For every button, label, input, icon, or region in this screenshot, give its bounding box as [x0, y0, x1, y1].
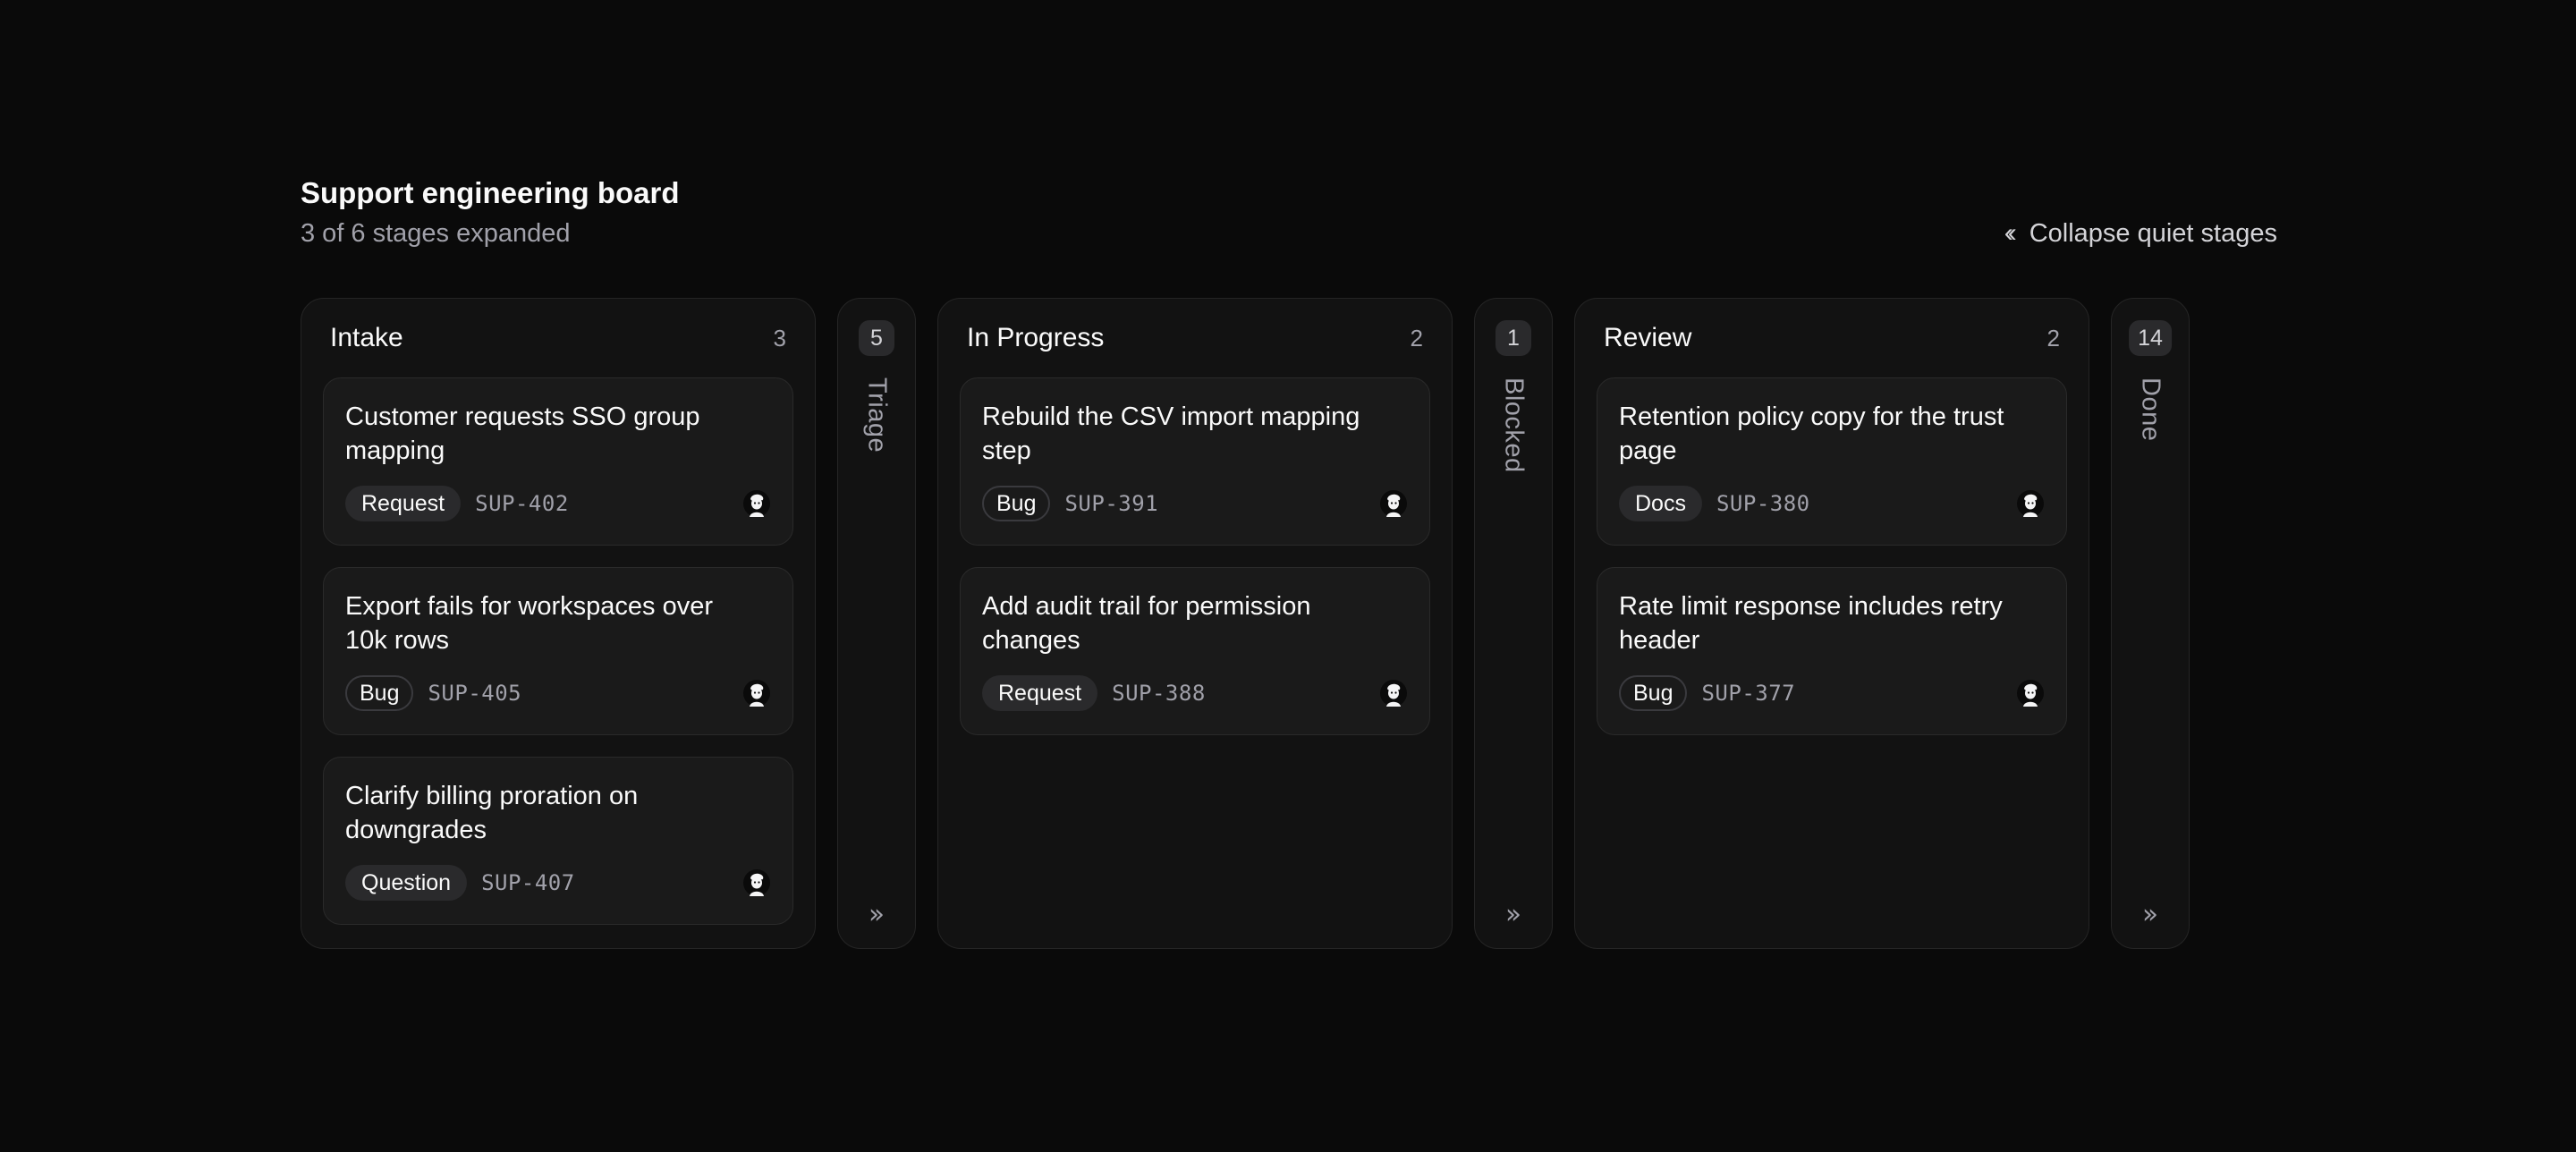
ticket-type-tag: Question: [345, 865, 468, 901]
expand-column-button[interactable]: ››: [869, 899, 885, 930]
page-title: Support engineering board: [301, 176, 680, 209]
column-title: Intake: [330, 323, 403, 352]
ticket-id: SUP-380: [1716, 491, 1810, 516]
expand-column-button[interactable]: ››: [1505, 899, 1521, 930]
ticket-card[interactable]: Rate limit response includes retry heade…: [1597, 567, 2067, 735]
assignee-avatar-icon[interactable]: [1379, 489, 1408, 518]
ticket-meta: Bug SUP-377: [1619, 675, 2045, 711]
ticket-card[interactable]: Add audit trail for permission changes Re…: [960, 567, 1430, 735]
ticket-type-tag: Request: [345, 486, 462, 521]
collapse-quiet-stages-button[interactable]: ‹‹ Collapse quiet stages: [2004, 216, 2277, 251]
assignee-avatar-icon[interactable]: [742, 679, 771, 707]
assignee-avatar-icon[interactable]: [2016, 489, 2045, 518]
ticket-card[interactable]: Customer requests SSO group mapping Reque…: [323, 377, 793, 546]
column-in-progress: In Progress 2 Rebuild the CSV import mappi…: [937, 298, 1453, 949]
ticket-meta: Bug SUP-391: [982, 486, 1408, 521]
ticket-card[interactable]: Export fails for workspaces over 10k row…: [323, 567, 793, 735]
chevrons-right-icon: ››: [869, 899, 885, 930]
ticket-meta: Request SUP-402: [345, 486, 771, 521]
ticket-id: SUP-407: [481, 870, 575, 895]
ticket-type-tag: Docs: [1619, 486, 1702, 521]
assignee-avatar-icon[interactable]: [742, 868, 771, 897]
column-title-vertical: Blocked: [1499, 377, 1529, 473]
ticket-type-tag: Bug: [982, 486, 1051, 521]
ticket-meta: Request SUP-388: [982, 675, 1408, 711]
ticket-title: Export fails for workspaces over 10k row…: [345, 592, 713, 655]
page-subtitle: 3 of 6 stages expanded: [301, 219, 571, 248]
column-title-vertical: Triage: [862, 377, 892, 453]
ticket-title: Rebuild the CSV import mapping step: [982, 402, 1360, 465]
column-title: Review: [1604, 323, 1692, 352]
column-count-badge: 5: [859, 320, 894, 356]
ticket-id: SUP-405: [428, 681, 522, 706]
ticket-title: Add audit trail for permission changes: [982, 592, 1311, 655]
board-header: Support engineering board 3 of 6 stages …: [301, 174, 2277, 260]
column-count: 3: [773, 324, 786, 352]
column-count: 2: [1410, 324, 1423, 352]
board-columns: Intake 3 Customer requests SSO group mappi…: [301, 298, 2277, 951]
ticket-title: Clarify billing proration on downgrades: [345, 782, 639, 844]
ticket-type-tag: Bug: [345, 675, 414, 711]
ticket-type-tag: Request: [982, 675, 1098, 711]
ticket-id: SUP-388: [1112, 681, 1206, 706]
column-title: In Progress: [967, 323, 1105, 352]
expand-column-button[interactable]: ››: [2142, 899, 2158, 930]
assignee-avatar-icon[interactable]: [1379, 679, 1408, 707]
ticket-type-tag: Bug: [1619, 675, 1688, 711]
ticket-title: Retention policy copy for the trust page: [1619, 402, 2004, 465]
column-title-vertical: Done: [2136, 377, 2165, 442]
assignee-avatar-icon[interactable]: [742, 489, 771, 518]
collapsed-column-blocked: 1 Blocked ››: [1474, 298, 1553, 949]
column-count-badge: 14: [2129, 320, 2172, 356]
ticket-id: SUP-391: [1064, 491, 1159, 516]
collapsed-column-done: 14 Done ››: [2111, 298, 2190, 949]
column-review: Review 2 Retention policy copy for the tru…: [1574, 298, 2089, 949]
ticket-card[interactable]: Retention policy copy for the trust page…: [1597, 377, 2067, 546]
column-header: In Progress 2: [967, 320, 1423, 356]
ticket-card[interactable]: Clarify billing proration on downgrades Q…: [323, 757, 793, 925]
chevrons-left-icon: ‹‹: [2004, 218, 2017, 248]
column-header: Review 2: [1604, 320, 2060, 356]
column-count: 2: [2046, 324, 2060, 352]
ticket-meta: Docs SUP-380: [1619, 486, 2045, 521]
ticket-meta: Question SUP-407: [345, 865, 771, 901]
collapsed-column-triage: 5 Triage ››: [837, 298, 916, 949]
column-header: Intake 3: [330, 320, 786, 356]
chevrons-right-icon: ››: [1505, 899, 1521, 930]
column-intake: Intake 3 Customer requests SSO group mappi…: [301, 298, 816, 949]
ticket-id: SUP-402: [475, 491, 569, 516]
ticket-id: SUP-377: [1701, 681, 1796, 706]
ticket-meta: Bug SUP-405: [345, 675, 771, 711]
ticket-title: Rate limit response includes retry heade…: [1619, 592, 2003, 655]
collapse-quiet-stages-label: Collapse quiet stages: [2029, 219, 2277, 248]
column-count-badge: 1: [1496, 320, 1531, 356]
ticket-title: Customer requests SSO group mapping: [345, 402, 700, 465]
ticket-card[interactable]: Rebuild the CSV import mapping step Bug SU…: [960, 377, 1430, 546]
board: Support engineering board 3 of 6 stages …: [301, 174, 2277, 949]
chevrons-right-icon: ››: [2142, 899, 2158, 930]
assignee-avatar-icon[interactable]: [2016, 679, 2045, 707]
